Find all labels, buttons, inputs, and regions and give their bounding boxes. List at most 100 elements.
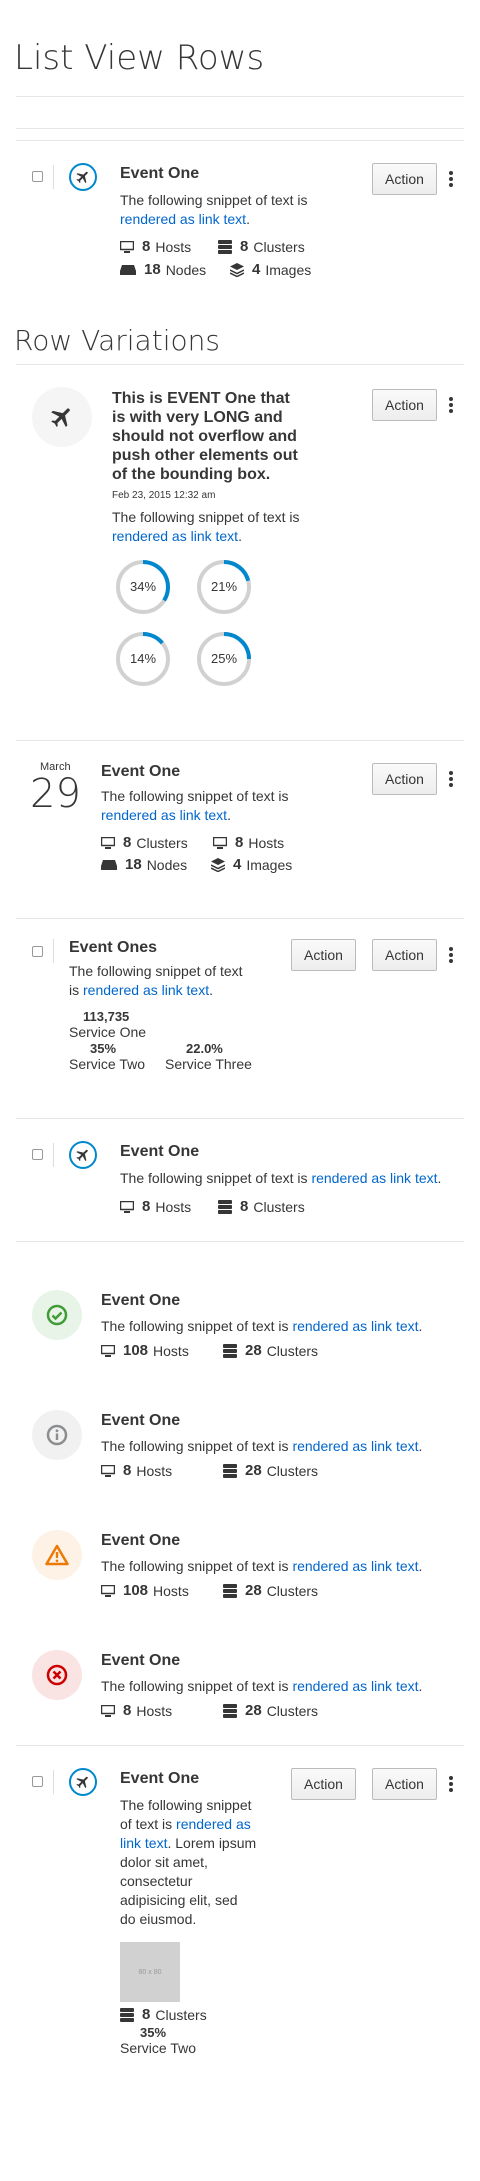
monitor-icon: [101, 836, 115, 849]
monitor-icon: [101, 1344, 115, 1357]
service-name: Service Three: [165, 1056, 252, 1072]
link-text[interactable]: rendered as link text: [292, 1678, 418, 1694]
kebab-menu-icon[interactable]: [448, 171, 454, 189]
clusters-stat: 28 Clusters: [223, 1342, 318, 1359]
airplane-icon: [69, 1141, 97, 1169]
server-icon: [120, 264, 136, 275]
list-row[interactable]: Event One The following snippet of text …: [0, 1602, 480, 1722]
clusters-stat: 28 Clusters: [223, 1702, 318, 1719]
clusters-stat: 8 Clusters: [218, 1198, 305, 1215]
hosts-stat: 8 Hosts: [120, 1198, 191, 1215]
event-description: The following snippet of text is rendere…: [101, 1558, 423, 1574]
link-text[interactable]: rendered as link text: [112, 528, 238, 544]
list-row[interactable]: Event Ones The following snippet of text…: [0, 919, 480, 1117]
database-icon: [223, 1583, 237, 1598]
link-text[interactable]: rendered as link text: [292, 1438, 418, 1454]
database-icon: [120, 2007, 134, 2022]
link-text[interactable]: rendered as link text: [311, 1170, 437, 1186]
service-name: Service Two: [120, 2040, 196, 2056]
list-row[interactable]: Event One The following snippet of text …: [0, 1482, 480, 1602]
event-title: Event One: [101, 1412, 181, 1429]
link-text[interactable]: link text: [120, 1835, 167, 1851]
event-title: This is EVENT One that is with very LONG…: [112, 390, 298, 483]
link-text[interactable]: rendered as: [176, 1816, 251, 1832]
row-checkbox[interactable]: [32, 171, 43, 182]
kebab-menu-icon[interactable]: [448, 771, 454, 789]
list-row[interactable]: Event One The following snippet of text …: [0, 1362, 480, 1482]
monitor-icon: [101, 1704, 115, 1717]
donut-chart: 25%: [196, 631, 252, 687]
monitor-icon: [213, 836, 227, 849]
link-text[interactable]: rendered as link text: [120, 211, 246, 227]
clusters-stat: 8 Clusters: [218, 238, 305, 255]
service-value: 113,735: [83, 1009, 130, 1024]
kebab-menu-icon[interactable]: [448, 947, 454, 965]
row-checkbox[interactable]: [32, 946, 43, 957]
hosts-stat: 8 Hosts: [101, 1702, 172, 1719]
list-row[interactable]: This is EVENT One that is with very LONG…: [0, 365, 480, 739]
list-row[interactable]: Event One The following snippet of text …: [0, 141, 480, 301]
info-circle-icon: [32, 1410, 82, 1460]
action-button[interactable]: Action: [372, 1768, 437, 1800]
link-text[interactable]: rendered as link text: [101, 807, 227, 823]
event-date: Feb 23, 2015 12:32 am: [112, 490, 216, 501]
clusters-stat: 8 Clusters: [101, 834, 188, 851]
action-button[interactable]: Action: [291, 939, 356, 971]
service-value: 35%: [90, 1041, 117, 1056]
link-text[interactable]: rendered as link text: [292, 1558, 418, 1574]
event-title: Event One: [101, 1292, 181, 1309]
divider: [53, 1143, 54, 1167]
list-row[interactable]: March 29 Event One The following snippet…: [0, 741, 480, 917]
divider: [53, 1770, 54, 1794]
list-row[interactable]: Event One The following snippet of text …: [0, 1119, 480, 1240]
service-name: Service One: [69, 1024, 147, 1040]
nodes-stat: 18 Nodes: [120, 261, 206, 278]
layers-icon: [230, 262, 244, 277]
page-title: List View Rows: [14, 38, 265, 78]
event-title: Event One: [120, 1143, 200, 1160]
action-button[interactable]: Action: [372, 389, 437, 421]
event-description: The following snippet of text is rendere…: [101, 1438, 423, 1454]
divider: [16, 96, 464, 97]
action-button[interactable]: Action: [291, 1768, 356, 1800]
airplane-icon: [32, 387, 92, 447]
action-button[interactable]: Action: [372, 163, 437, 195]
monitor-icon: [101, 1464, 115, 1477]
donut-chart: 21%: [196, 559, 252, 615]
kebab-menu-icon[interactable]: [448, 397, 454, 415]
divider: [53, 165, 54, 189]
row-checkbox[interactable]: [32, 1149, 43, 1160]
row-checkbox[interactable]: [32, 1776, 43, 1787]
list-row[interactable]: Event One The following snippet of text …: [0, 1242, 480, 1362]
event-description: The following snippet of text is rendere…: [101, 1318, 423, 1334]
images-stat: 4 Images: [230, 261, 311, 278]
event-title: Event One: [101, 1532, 181, 1549]
airplane-icon: [69, 1768, 97, 1796]
nodes-stat: 18 Nodes: [101, 856, 187, 873]
action-button[interactable]: Action: [372, 939, 437, 971]
database-icon: [223, 1703, 237, 1718]
event-description: The following snippet of text is rendered…: [69, 963, 243, 998]
hosts-stat: 8 Hosts: [213, 834, 284, 851]
event-description: The following snippet of text is rendere…: [101, 1678, 423, 1694]
database-icon: [218, 239, 232, 254]
service-value: 35%: [140, 2025, 167, 2040]
hosts-stat: 108 Hosts: [101, 1582, 189, 1599]
action-button[interactable]: Action: [372, 763, 437, 795]
database-icon: [223, 1343, 237, 1358]
error-circle-icon: [32, 1650, 82, 1700]
hosts-stat: 8 Hosts: [101, 1462, 172, 1479]
event-description: The following snippet of text is rendere…: [120, 1170, 442, 1186]
monitor-icon: [120, 1200, 134, 1213]
hosts-stat: 8 Hosts: [120, 238, 191, 255]
database-icon: [218, 1199, 232, 1214]
link-text[interactable]: rendered as link text: [83, 982, 209, 998]
clusters-stat: 28 Clusters: [223, 1462, 318, 1479]
check-circle-icon: [32, 1290, 82, 1340]
kebab-menu-icon[interactable]: [448, 1776, 454, 1794]
event-description: The following snippet of text is rendere…: [120, 1797, 257, 1927]
clusters-stat: 28 Clusters: [223, 1582, 318, 1599]
link-text[interactable]: rendered as link text: [292, 1318, 418, 1334]
event-description: The following snippet of text is rendered…: [120, 192, 308, 227]
list-row[interactable]: Event One The following snippet of text …: [0, 1746, 480, 2056]
